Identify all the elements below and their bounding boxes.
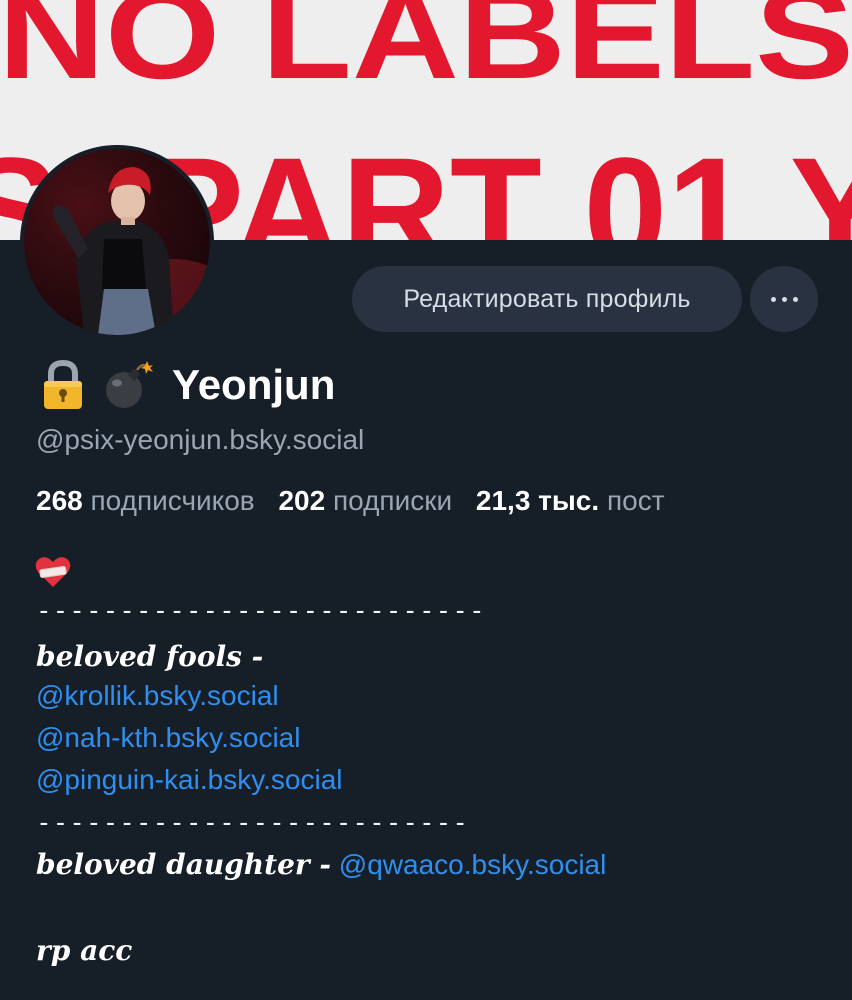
profile-handle[interactable]: @psix-yeonjun.bsky.social [36,424,364,456]
bio-link-pinguin-kai[interactable]: @pinguin-kai.bsky.social [36,764,342,796]
mending-heart-icon [34,554,72,590]
posts-stat: 21,3 тыс. пост [476,485,665,516]
followers-count: 268 [36,485,83,516]
avatar[interactable] [20,145,214,339]
bomb-icon [100,358,154,412]
following-link[interactable]: 202 подписки [278,485,452,516]
bio-footer: rp acc [36,934,133,967]
beloved-daughter-label: beloved daughter - [36,848,331,881]
following-label: подписки [332,485,453,516]
avatar-image [24,149,210,335]
bio-divider: --------------------------- [36,596,486,626]
lock-icon [36,358,90,412]
display-name-row: Yeonjun [36,358,335,412]
bio-link-krollik[interactable]: @krollik.bsky.social [36,680,279,712]
more-options-button[interactable] [750,266,818,332]
display-name: Yeonjun [172,361,336,408]
profile-stats: 268 подписчиков 202 подписки 21,3 тыс. п… [36,485,665,517]
more-dots-icon [770,296,776,302]
posts-label: пост [606,485,665,516]
posts-count: 21,3 тыс. [475,485,600,516]
bio-link-nah-kth[interactable]: @nah-kth.bsky.social [36,722,300,754]
edit-profile-button[interactable]: Редактировать профиль [352,266,742,332]
following-count: 202 [278,485,326,516]
banner-text-top: NO LABELS [0,0,852,106]
bio-link-qwaaco[interactable]: @qwaaco.bsky.social [339,849,607,880]
followers-label: подписчиков [90,485,255,516]
beloved-daughter-line: beloved daughter - @qwaaco.bsky.social [36,848,606,881]
beloved-fools-label: beloved fools - [36,640,264,673]
bio-divider: -------------------------- [36,808,469,838]
followers-link[interactable]: 268 подписчиков [36,485,255,516]
